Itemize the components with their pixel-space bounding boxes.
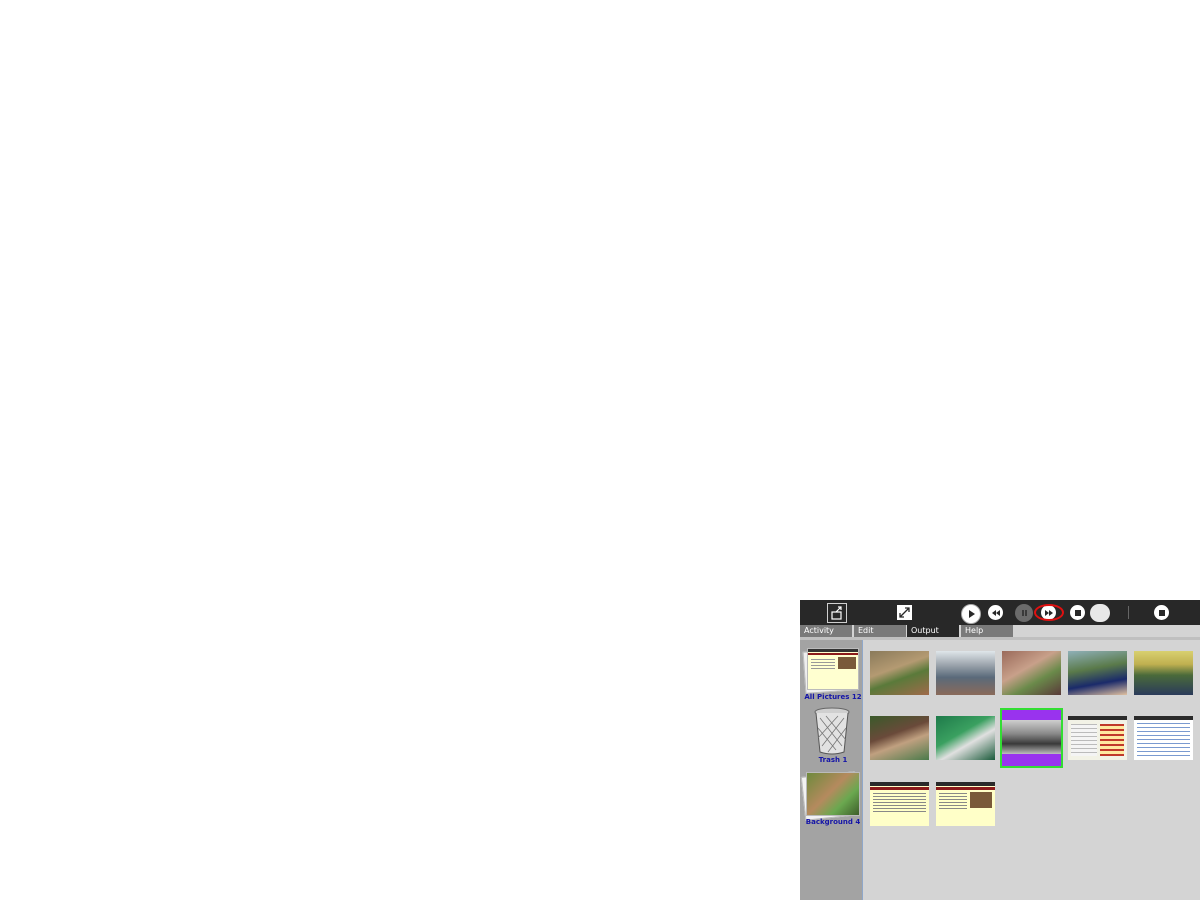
tab-activity[interactable]: Activity [800,625,852,637]
highlight-ring [1034,604,1064,621]
toolbar-separator [1128,606,1129,619]
trash-icon [812,706,852,756]
photo-thumbnail[interactable] [1068,651,1127,695]
collection-label: Trash 1 [818,756,848,764]
rewind-icon[interactable] [988,605,1003,620]
photo-thumbnail[interactable] [1134,651,1193,695]
background-thumbnail [806,772,860,816]
tab-output[interactable]: Output [907,625,959,637]
photo-thumbnail[interactable] [870,716,929,760]
play-icon[interactable] [961,604,981,624]
collection-sidebar: All Pictures 12 Trash 1 Background 4 [800,640,863,900]
activity-window: Activity Edit Output Help All Pictures 1… [800,600,1200,900]
collection-all-pictures[interactable]: All Pictures 12 [800,646,862,704]
tab-help[interactable]: Help [961,625,1013,637]
toggle-icon[interactable] [1090,604,1110,622]
collection-label: All Pictures 12 [804,693,862,701]
collection-background[interactable]: Background 4 [800,770,862,830]
pause-icon[interactable] [1015,604,1033,622]
document-thumbnail[interactable] [870,782,929,826]
screenshot-thumbnail[interactable] [1134,716,1193,760]
tab-edit[interactable]: Edit [854,625,906,637]
toolbar [800,600,1200,625]
stop-icon[interactable] [1070,605,1085,620]
document-thumbnail[interactable] [936,782,995,826]
photo-thumbnail[interactable] [936,716,995,760]
screenshot-thumbnail[interactable] [1068,716,1127,760]
photo-thumbnail-selected[interactable] [1000,708,1063,768]
collection-label: Background 4 [805,818,861,826]
stop-activity-icon[interactable] [1154,605,1169,620]
share-activity-icon[interactable] [827,603,847,623]
thumbnail-grid [863,640,1200,900]
all-pictures-thumbnail [807,648,859,690]
photo-thumbnail[interactable] [1002,651,1061,695]
photo-thumbnail[interactable] [936,651,995,695]
fullscreen-icon[interactable] [897,605,912,620]
collection-trash[interactable]: Trash 1 [800,706,862,766]
photo-thumbnail[interactable] [870,651,929,695]
